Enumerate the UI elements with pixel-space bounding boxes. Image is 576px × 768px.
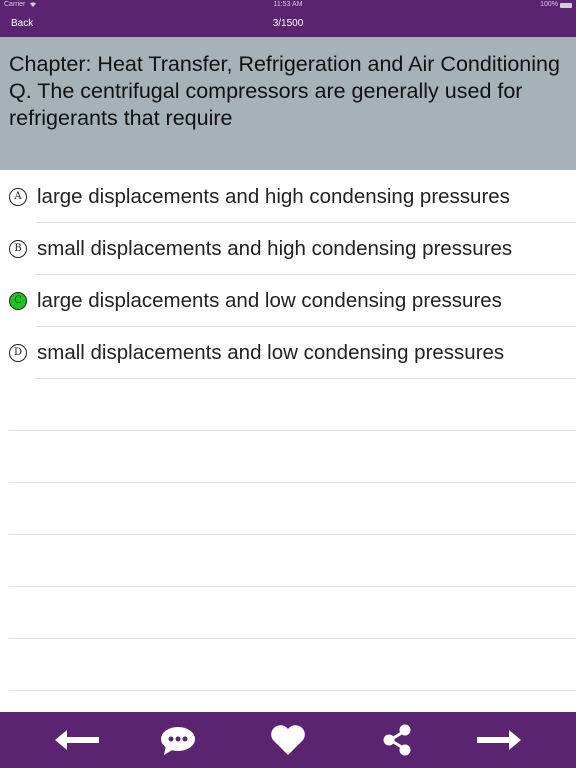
option-a[interactable]: A large displacements and high condensin… [0, 171, 576, 223]
next-button[interactable] [471, 712, 527, 768]
heart-icon [260, 712, 316, 768]
navigation-bar: Back 3/1500 [0, 10, 576, 37]
option-c[interactable]: C large displacements and low condensing… [0, 275, 576, 327]
empty-row [0, 431, 576, 483]
empty-row [0, 639, 576, 691]
question-counter: 3/1500 [272, 18, 304, 29]
answer-options: A large displacements and high condensin… [0, 171, 576, 379]
status-bar: Carrier 11:53 AM 100% [0, 0, 576, 10]
option-letter-badge: D [9, 344, 27, 362]
option-text: large displacements and low condensing p… [37, 289, 502, 312]
battery-percent: 100% [540, 1, 558, 8]
question-panel: Chapter: Heat Transfer, Refrigeration an… [0, 37, 576, 170]
share-icon [370, 712, 426, 768]
empty-list-area [0, 379, 576, 691]
comment-icon [150, 712, 206, 768]
option-b[interactable]: B small displacements and high condensin… [0, 223, 576, 275]
option-text: small displacements and low condensing p… [37, 341, 505, 364]
favorite-button[interactable] [260, 712, 316, 768]
chapter-title: Chapter: Heat Transfer, Refrigeration an… [9, 52, 560, 76]
bottom-toolbar [0, 712, 576, 768]
option-letter-badge: A [9, 188, 27, 206]
clock: 11:53 AM [273, 1, 303, 8]
empty-row [0, 587, 576, 639]
empty-row [0, 483, 576, 535]
empty-row [0, 535, 576, 587]
option-letter-badge: B [9, 240, 27, 258]
battery-icon [560, 3, 572, 8]
option-text: small displacements and high condensing … [37, 237, 513, 260]
empty-row [0, 379, 576, 431]
back-button[interactable]: Back [11, 10, 33, 37]
arrow-right-icon [471, 712, 527, 768]
question-text: Q. The centrifugal compressors are gener… [9, 79, 523, 130]
previous-button[interactable] [49, 712, 105, 768]
comment-button[interactable] [150, 712, 206, 768]
divider [9, 690, 576, 691]
share-button[interactable] [370, 712, 426, 768]
option-text: large displacements and high condensing … [37, 185, 510, 208]
option-d[interactable]: D small displacements and low condensing… [0, 327, 576, 379]
option-letter-badge-correct: C [9, 292, 27, 310]
arrow-left-icon [49, 712, 105, 768]
